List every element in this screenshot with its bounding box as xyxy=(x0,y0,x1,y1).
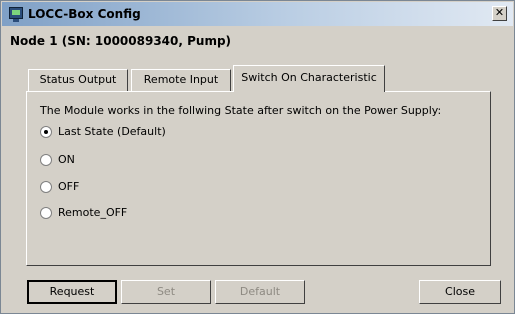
close-window-button[interactable]: ✕ xyxy=(492,6,507,21)
monitor-icon xyxy=(9,7,23,22)
tab-status-output[interactable]: Status Output xyxy=(28,69,128,91)
node-label: Node 1 (SN: 1000089340, Pump) xyxy=(10,34,232,48)
window-title: LOCC-Box Config xyxy=(28,7,141,21)
tab-switch-on-characteristic[interactable]: Switch On Characteristic xyxy=(233,65,385,92)
tab-panel xyxy=(26,91,491,266)
close-button[interactable]: Close xyxy=(419,280,501,304)
tab-remote-input[interactable]: Remote Input xyxy=(131,69,231,91)
request-button[interactable]: Request xyxy=(27,280,117,304)
config-window: LOCC-Box Config ✕ Node 1 (SN: 1000089340… xyxy=(0,0,515,314)
default-button[interactable]: Default xyxy=(215,280,305,304)
title-bar[interactable]: LOCC-Box Config ✕ xyxy=(2,2,513,26)
close-icon: ✕ xyxy=(494,6,505,19)
set-button[interactable]: Set xyxy=(121,280,211,304)
